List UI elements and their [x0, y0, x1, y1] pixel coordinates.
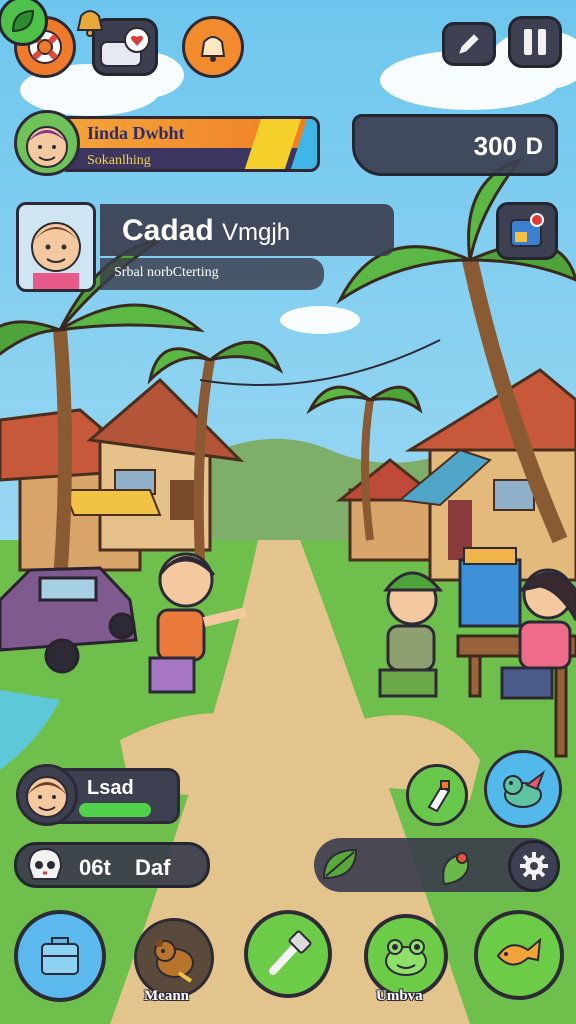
pepper-icon[interactable]: [436, 844, 476, 888]
minimap-button[interactable]: [496, 202, 558, 260]
character-title-rest: Vmgjh: [222, 219, 291, 246]
player-name-bar: Iinda Dwbht Sokanlhing: [58, 116, 320, 172]
coin-count: 300: [473, 131, 517, 161]
mail-heart-icon: [100, 27, 150, 67]
skull-icon: [27, 847, 63, 880]
character-card[interactable]: Cadad Vmgjh Srbal norbCterting: [16, 202, 394, 294]
settings-button[interactable]: [508, 840, 560, 892]
spray-bottle-icon: [427, 780, 451, 813]
player-name: Iinda Dwbht: [87, 123, 185, 143]
character-face-icon: [31, 222, 81, 289]
character-title-bold: Cadad: [122, 214, 214, 247]
player-subtitle: Sokanlhing: [87, 153, 151, 168]
alarm-button[interactable]: [182, 16, 244, 78]
boy-face-icon: [26, 776, 68, 818]
character-title-box: Cadad Vmgjh: [100, 204, 394, 256]
character-subtitle: Srbal norbCterting: [114, 265, 219, 280]
frog-icon: [385, 939, 427, 976]
dragon-icon: [503, 770, 546, 808]
map-pin-icon: [510, 213, 544, 247]
fish-icon: [496, 937, 542, 966]
lead-progress-bar: [79, 803, 151, 817]
alarm-bell-icon: [200, 36, 226, 62]
skull-label: Daf: [135, 855, 171, 880]
bear-icon: [154, 939, 194, 983]
pause-icon: [524, 29, 546, 55]
player-avatar[interactable]: [14, 110, 80, 176]
bear-button[interactable]: [134, 918, 214, 998]
character-portrait: [16, 202, 96, 292]
pet-button[interactable]: [484, 750, 562, 828]
edit-button[interactable]: [442, 22, 496, 66]
gold-bell-icon: [76, 10, 104, 37]
pause-button[interactable]: [508, 16, 562, 68]
skull-value: 06t: [79, 855, 111, 880]
coin-counter: 300 D: [352, 114, 558, 176]
fishing-button[interactable]: [474, 910, 564, 1000]
backpack-icon: [41, 937, 79, 975]
character-subtitle-box: Srbal norbCterting: [100, 258, 324, 290]
leaf-icon[interactable]: [320, 844, 360, 884]
character-title: Cadad Vmgjh: [122, 214, 290, 248]
bear-label: Meann: [144, 988, 189, 1004]
frog-button[interactable]: [364, 914, 448, 998]
frog-label: Umbva: [376, 988, 423, 1004]
skull-counter: 06t Daf: [14, 842, 210, 888]
lead-avatar[interactable]: [16, 764, 78, 826]
boy-face-icon: [26, 126, 68, 168]
build-button[interactable]: [244, 910, 332, 998]
lead-label: Lsad: [87, 777, 134, 799]
coin-label: D: [525, 133, 543, 160]
leaf-icon: [11, 9, 35, 33]
inventory-button[interactable]: [14, 910, 106, 1002]
spray-button[interactable]: [406, 764, 468, 826]
gear-icon: [520, 852, 548, 880]
hammer-icon: [269, 930, 312, 975]
pencil-icon: [459, 34, 479, 54]
